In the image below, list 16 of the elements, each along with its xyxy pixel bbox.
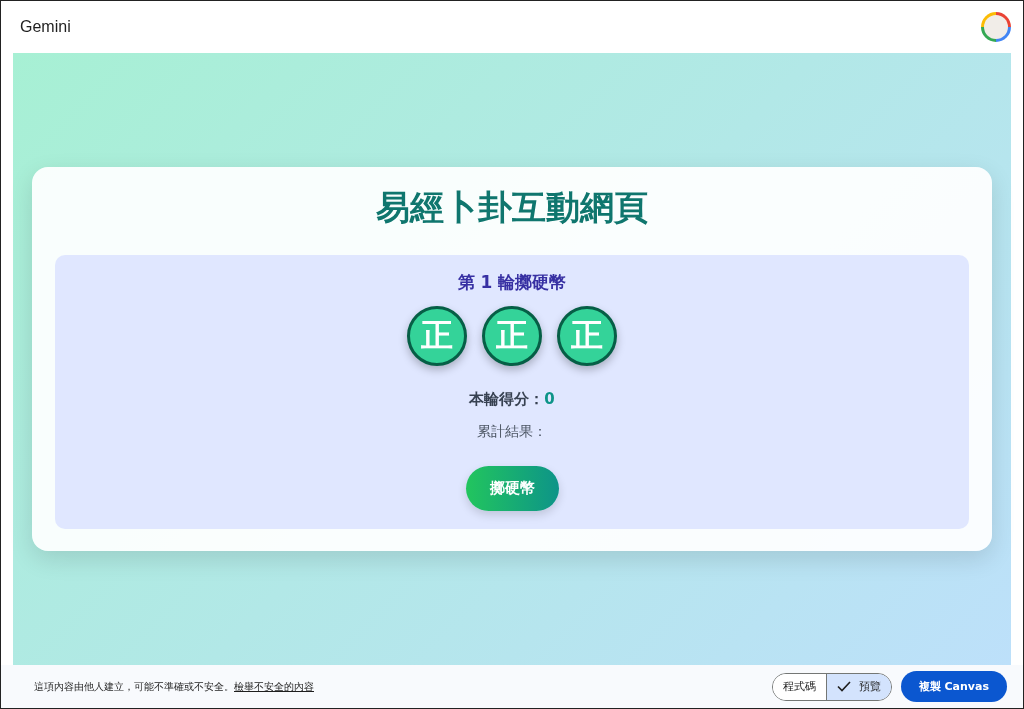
view-toggle-option[interactable]: 預覽	[825, 673, 891, 700]
check-icon	[836, 681, 851, 692]
report-link[interactable]: 檢舉不安全的內容	[234, 680, 314, 692]
coin: 正	[557, 306, 617, 366]
app-title: Gemini	[20, 18, 71, 36]
avatar-icon[interactable]	[981, 12, 1011, 42]
page-title: 易經卜卦互動網頁	[376, 186, 648, 229]
disclaimer-text: 這項內容由他人建立，可能不準確或不安全。	[34, 680, 234, 692]
coin: 正	[482, 306, 542, 366]
round-title: 第 1 輪擲硬幣	[457, 271, 567, 294]
score-value: 0	[544, 390, 555, 408]
cumulative-label: 累計結果：	[477, 423, 547, 441]
view-toggle-option[interactable]: 程式碼	[772, 673, 826, 700]
coin: 正	[407, 306, 467, 366]
copy-button[interactable]: 複製 Canvas	[900, 671, 1007, 702]
score-label: 本輪得分：	[469, 390, 545, 408]
